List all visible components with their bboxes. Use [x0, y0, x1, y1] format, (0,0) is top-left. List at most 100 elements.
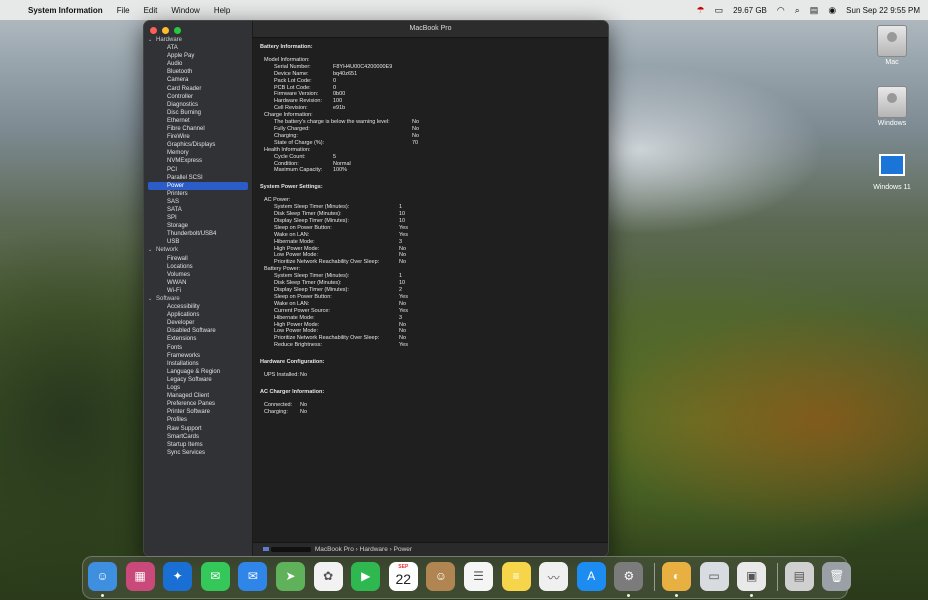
sidebar-item-spi[interactable]: SPI: [144, 214, 252, 222]
menu-window[interactable]: Window: [164, 6, 206, 15]
notes-icon[interactable]: ≡: [501, 562, 531, 591]
sidebar-item-wwan[interactable]: WWAN: [144, 279, 252, 287]
sidebar-item-thunderbolt-usb4[interactable]: Thunderbolt/USB4: [144, 230, 252, 238]
storage-readout[interactable]: 29.67 GB: [733, 6, 767, 15]
photos-icon[interactable]: ✿: [313, 562, 343, 591]
messages-icon[interactable]: ✉: [200, 562, 230, 591]
sidebar-item-profiles[interactable]: Profiles: [144, 416, 252, 424]
sidebar-item-applications[interactable]: Applications: [144, 311, 252, 319]
boot-camp-icon[interactable]: ▭: [699, 562, 729, 591]
desktop-icon-mac[interactable]: Mac: [862, 25, 922, 66]
sidebar-item-power[interactable]: Power: [148, 181, 248, 190]
user-icon[interactable]: ◉: [828, 5, 836, 16]
sidebar-item-wi-fi[interactable]: Wi-Fi: [144, 287, 252, 295]
facetime-icon[interactable]: ▶: [351, 562, 381, 591]
sidebar-item-graphics-displays[interactable]: Graphics/Displays: [144, 141, 252, 149]
sidebar-item-card-reader[interactable]: Card Reader: [144, 85, 252, 93]
sidebar-item-sata[interactable]: SATA: [144, 206, 252, 214]
sidebar-item-firewire[interactable]: FireWire: [144, 133, 252, 141]
sidebar-item-parallel-scsi[interactable]: Parallel SCSI: [144, 174, 252, 182]
path-item-computer[interactable]: MacBook Pro: [315, 546, 354, 553]
sidebar-item-firewall[interactable]: Firewall: [144, 255, 252, 263]
sidebar-item-printer-software[interactable]: Printer Software: [144, 408, 252, 416]
chevron-down-icon[interactable]: ⌄: [148, 36, 156, 44]
sidebar-item-printers[interactable]: Printers: [144, 190, 252, 198]
sidebar-item-managed-client[interactable]: Managed Client: [144, 392, 252, 400]
sidebar-item-sas[interactable]: SAS: [144, 198, 252, 206]
sidebar-item-volumes[interactable]: Volumes: [144, 271, 252, 279]
sidebar-item-storage[interactable]: Storage: [144, 222, 252, 230]
sidebar-item-smartcards[interactable]: SmartCards: [144, 433, 252, 441]
sidebar-item-pci[interactable]: PCI: [144, 166, 252, 174]
sidebar-item-startup-items[interactable]: Startup Items: [144, 441, 252, 449]
sidebar-item-sync-services[interactable]: Sync Services: [144, 449, 252, 457]
report-row: Prioritize Network Reachability Over Sle…: [260, 259, 600, 266]
report-value: 0: [333, 84, 337, 91]
sidebar-item-preference-panes[interactable]: Preference Panes: [144, 400, 252, 408]
maps-icon[interactable]: ➤: [276, 562, 305, 591]
sidebar-item-controller[interactable]: Controller: [144, 93, 252, 101]
sidebar-item-usb[interactable]: USB: [144, 238, 252, 246]
control-center-icon[interactable]: ▤: [810, 5, 819, 16]
sidebar-item-developer[interactable]: Developer: [144, 319, 252, 327]
sidebar-item-memory[interactable]: Memory: [144, 149, 252, 157]
sidebar-item-frameworks[interactable]: Frameworks: [144, 352, 252, 360]
sidebar-item-logs[interactable]: Logs: [144, 384, 252, 392]
app-store-icon[interactable]: A: [576, 562, 606, 591]
sidebar-item-raw-support[interactable]: Raw Support: [144, 425, 252, 433]
path-item-hardware[interactable]: Hardware: [360, 546, 388, 553]
sidebar-item-extensions[interactable]: Extensions: [144, 335, 252, 343]
sidebar-item-diagnostics[interactable]: Diagnostics: [144, 101, 252, 109]
printer-icon[interactable]: ▤: [784, 562, 814, 591]
power-report[interactable]: Battery Information: Model Information: Se…: [260, 40, 600, 422]
sidebar-item-audio[interactable]: Audio: [144, 60, 252, 68]
sidebar-item-accessibility[interactable]: Accessibility: [144, 303, 252, 311]
close-icon[interactable]: [150, 27, 157, 34]
sidebar-item-camera[interactable]: Camera: [144, 76, 252, 84]
sidebar-item-disabled-software[interactable]: Disabled Software: [144, 327, 252, 335]
sidebar-item-ata[interactable]: ATA: [144, 44, 252, 52]
trash-icon[interactable]: 🗑: [822, 562, 852, 591]
safari-icon[interactable]: ✦: [163, 562, 193, 591]
disk-utility-icon[interactable]: ◐: [662, 562, 691, 591]
freeform-icon[interactable]: 〰: [539, 562, 569, 591]
sidebar-item-locations[interactable]: Locations: [144, 263, 252, 271]
menu-help[interactable]: Help: [207, 6, 237, 15]
sidebar-item-nvmexpress[interactable]: NVMExpress: [144, 157, 252, 165]
path-item-power[interactable]: Power: [394, 546, 412, 553]
sidebar-group-hardware[interactable]: ⌄ Hardware: [144, 36, 252, 44]
sidebar-item-bluetooth[interactable]: Bluetooth: [144, 68, 252, 76]
reminders-icon[interactable]: ☰: [464, 562, 493, 591]
finder-icon[interactable]: ☺: [88, 562, 117, 591]
sidebar-item-legacy-software[interactable]: Legacy Software: [144, 376, 252, 384]
sidebar-item-installations[interactable]: Installations: [144, 360, 252, 368]
sidebar-item-fonts[interactable]: Fonts: [144, 344, 252, 352]
system-settings-icon[interactable]: ⚙: [614, 562, 644, 591]
zoom-icon[interactable]: [174, 27, 181, 34]
spotlight-search-icon[interactable]: ⌕: [795, 5, 800, 16]
contacts-icon[interactable]: ☺: [426, 562, 456, 591]
menu-edit[interactable]: Edit: [137, 6, 165, 15]
chevron-down-icon[interactable]: ⌄: [148, 246, 156, 254]
app-name-menu[interactable]: System Information: [22, 6, 110, 15]
chevron-down-icon[interactable]: ⌄: [148, 295, 156, 303]
desktop-icon-windows-11[interactable]: Windows 11: [862, 154, 922, 191]
sidebar-item-fibre-channel[interactable]: Fibre Channel: [144, 125, 252, 133]
sidebar-group-network[interactable]: ⌄ Network: [144, 246, 252, 254]
menu-file[interactable]: File: [110, 6, 137, 15]
calendar-icon[interactable]: SEP 22: [388, 562, 418, 591]
mail-icon[interactable]: ✉: [238, 562, 268, 591]
launchpad-icon[interactable]: ▦: [125, 562, 155, 591]
sidebar-item-language-region[interactable]: Language & Region: [144, 368, 252, 376]
menubar-clock[interactable]: Sun Sep 22 9:55 PM: [846, 6, 920, 15]
wifi-icon[interactable]: ◠: [777, 5, 785, 16]
sidebar-item-disc-burning[interactable]: Disc Burning: [144, 109, 252, 117]
desktop-icon-windows[interactable]: Windows: [862, 86, 922, 127]
antivirus-icon[interactable]: ☂: [696, 5, 704, 16]
sidebar-group-software[interactable]: ⌄ Software: [144, 295, 252, 303]
minimize-icon[interactable]: [162, 27, 169, 34]
system-information-icon[interactable]: ▣: [737, 562, 767, 591]
sidebar-item-ethernet[interactable]: Ethernet: [144, 117, 252, 125]
sidebar-item-apple-pay[interactable]: Apple Pay: [144, 52, 252, 60]
storage-icon[interactable]: ▭: [715, 5, 724, 16]
